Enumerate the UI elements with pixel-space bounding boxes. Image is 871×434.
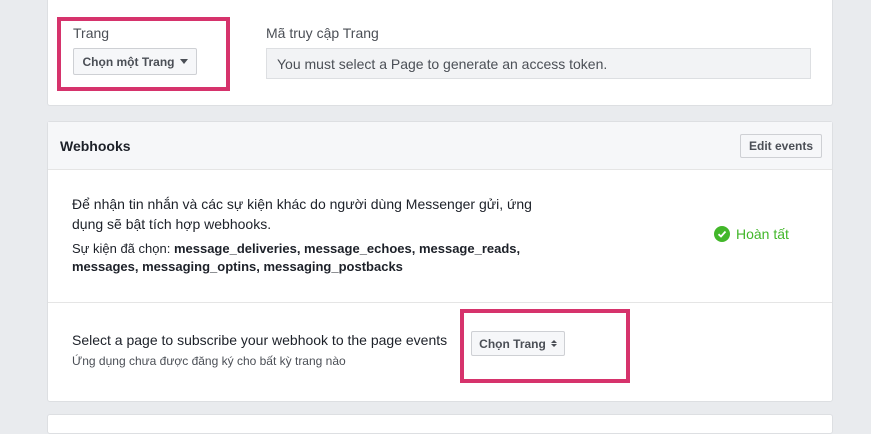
subscribe-status-note: Ứng dụng chưa được đăng ký cho bất kỳ tr… (72, 354, 346, 368)
token-label: Mã truy cập Trang (266, 25, 379, 41)
webhooks-panel: Webhooks Edit events Để nhận tin nhắn và… (47, 121, 833, 402)
selected-events-prefix: Sự kiện đã chọn: (72, 241, 171, 256)
webhooks-status: Hoàn tất (714, 226, 789, 242)
webhooks-status-text: Hoàn tất (736, 226, 789, 242)
next-panel (47, 414, 833, 434)
selected-events: Sự kiện đã chọn: message_deliveries, mes… (72, 240, 542, 276)
edit-events-button[interactable]: Edit events (740, 134, 822, 158)
section-divider (48, 302, 832, 303)
subscribe-select-highlight (460, 309, 630, 383)
access-token-value: You must select a Page to generate an ac… (277, 55, 608, 72)
subscribe-instruction: Select a page to subscribe your webhook … (72, 332, 448, 348)
webhooks-title: Webhooks (60, 138, 131, 154)
check-circle-icon (714, 226, 730, 242)
edit-events-label: Edit events (748, 139, 814, 153)
webhooks-header: Webhooks Edit events (48, 122, 832, 170)
access-token-field[interactable]: You must select a Page to generate an ac… (266, 48, 811, 79)
webhooks-description: Để nhận tin nhắn và các sự kiện khác do … (72, 196, 532, 232)
page-select-highlight (57, 17, 230, 91)
